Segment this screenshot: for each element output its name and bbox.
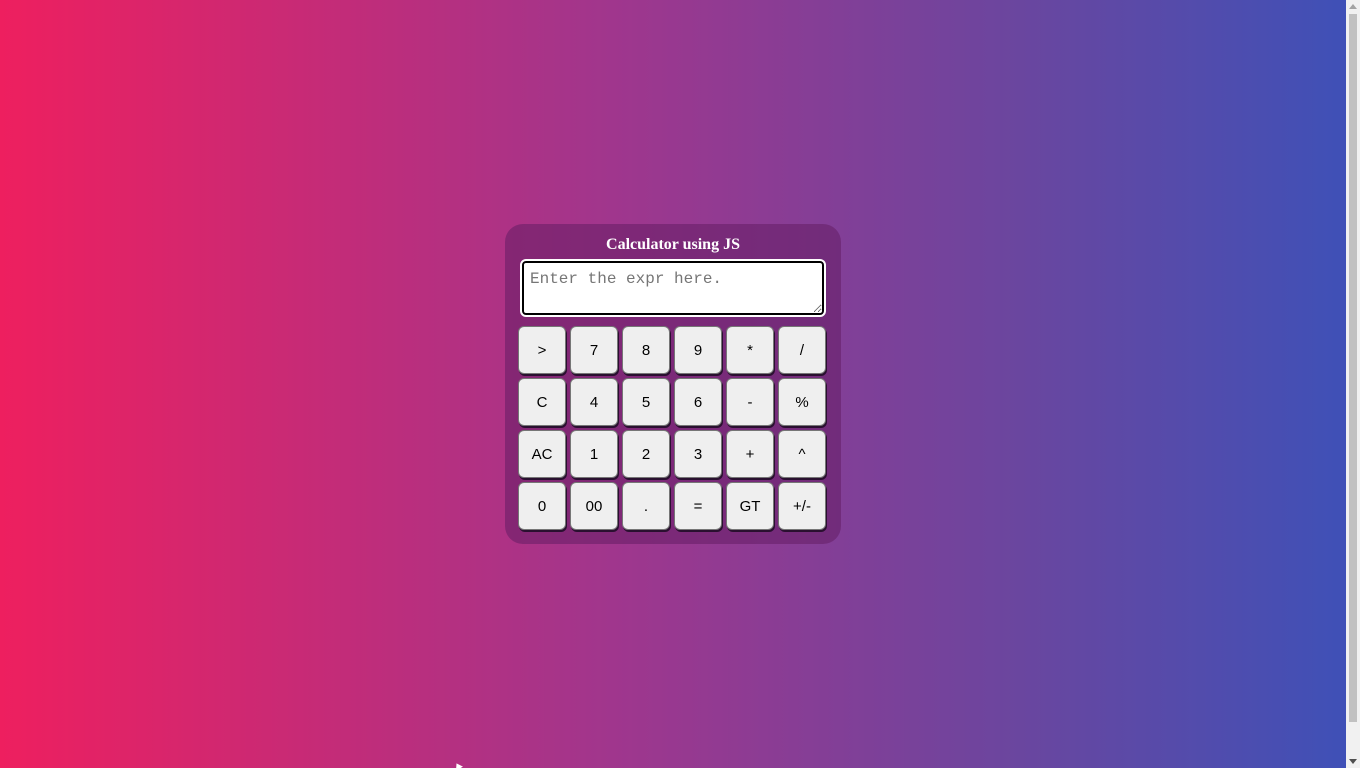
key-grand-total[interactable]: GT: [726, 482, 774, 530]
key-all-clear[interactable]: AC: [518, 430, 566, 478]
mouse-pointer-icon: [453, 761, 463, 768]
key-decimal[interactable]: .: [622, 482, 670, 530]
calculator-title: Calculator using JS: [606, 236, 740, 253]
key-subtract[interactable]: -: [726, 378, 774, 426]
key-percent[interactable]: %: [778, 378, 826, 426]
key-add[interactable]: +: [726, 430, 774, 478]
key-clear[interactable]: C: [518, 378, 566, 426]
key-8[interactable]: 8: [622, 326, 670, 374]
key-negate[interactable]: +/-: [778, 482, 826, 530]
key-6[interactable]: 6: [674, 378, 722, 426]
key-power[interactable]: ^: [778, 430, 826, 478]
vertical-scrollbar[interactable]: [1346, 0, 1360, 768]
key-2[interactable]: 2: [622, 430, 670, 478]
key-0[interactable]: 0: [518, 482, 566, 530]
key-divide[interactable]: /: [778, 326, 826, 374]
key-9[interactable]: 9: [674, 326, 722, 374]
expression-input[interactable]: [520, 259, 826, 317]
scroll-down-arrow-icon[interactable]: [1349, 759, 1357, 764]
key-3[interactable]: 3: [674, 430, 722, 478]
key-equals[interactable]: =: [674, 482, 722, 530]
calculator-panel: Calculator using JS > 7 8 9 * / C 4 5 6 …: [505, 224, 841, 544]
key-multiply[interactable]: *: [726, 326, 774, 374]
scrollbar-thumb[interactable]: [1349, 14, 1357, 722]
key-1[interactable]: 1: [570, 430, 618, 478]
key-5[interactable]: 5: [622, 378, 670, 426]
key-7[interactable]: 7: [570, 326, 618, 374]
key-4[interactable]: 4: [570, 378, 618, 426]
keypad: > 7 8 9 * / C 4 5 6 - % AC 1 2 3 + ^ 0 0…: [518, 326, 826, 530]
scroll-up-arrow-icon[interactable]: [1349, 4, 1357, 9]
key-00[interactable]: 00: [570, 482, 618, 530]
key-run[interactable]: >: [518, 326, 566, 374]
